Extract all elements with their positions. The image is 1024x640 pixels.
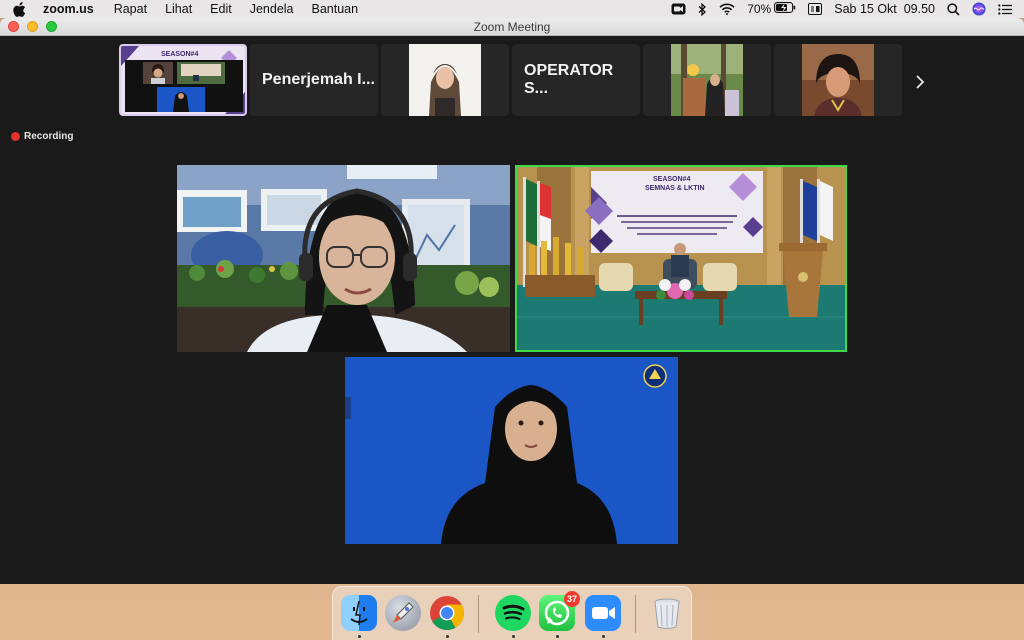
participant-photo [802,44,874,116]
wifi-icon[interactable] [719,3,735,15]
menu-rapat[interactable]: Rapat [114,2,147,16]
video-tile-interpreter[interactable] [345,357,678,544]
participant-photo [409,44,481,116]
chrome-running-indicator [446,635,449,638]
menu-lihat[interactable]: Lihat [165,2,192,16]
whatsapp-running-indicator [556,635,559,638]
clock[interactable]: Sab 15 Okt 09.50 [834,2,935,16]
siri-icon[interactable] [972,2,986,16]
participant-thumb-screen[interactable]: SEASON#4 [119,44,247,116]
battery-status[interactable]: 70% [747,2,796,16]
chrome-icon[interactable] [429,595,465,631]
whatsapp-unread-badge: 37 [564,591,580,607]
window-fullscreen-button[interactable] [46,21,57,32]
control-center-icon[interactable] [808,3,823,15]
apple-icon[interactable] [13,1,29,17]
menu-bar: zoom.us Rapat Lihat Edit Jendela Bantuan… [0,0,1024,18]
dock-separator [635,595,636,633]
participant-thumb-operator[interactable]: OPERATOR S... [512,44,640,116]
trash-icon[interactable] [649,595,685,631]
venue-banner-season: SEASON#4 [653,176,691,183]
bluetooth-icon[interactable] [698,2,707,16]
participant-thumb-outdoor[interactable] [643,44,771,116]
interpreter-video-frame [345,357,678,544]
window-minimize-button[interactable] [27,21,38,32]
recording-dot-icon [11,132,20,141]
chevron-right-icon [916,75,925,89]
recording-indicator[interactable]: Recording [11,131,73,142]
venue-banner-semnas: SEMNAS & LKTIN [645,185,705,192]
recording-label: Recording [24,131,74,142]
battery-percent: 70% [747,2,772,16]
menu-bantuan[interactable]: Bantuan [312,2,359,16]
finder-running-indicator [358,635,361,638]
menu-app-name[interactable]: zoom.us [43,2,94,16]
notification-center-icon[interactable] [998,3,1012,15]
participant-thumb-woman-hijab[interactable] [381,44,509,116]
spotify-running-indicator [512,635,515,638]
zoom-running-indicator [602,635,605,638]
launchpad-icon[interactable] [385,595,421,631]
zoom-icon[interactable] [585,595,621,631]
spotify-icon[interactable] [495,595,531,631]
window-close-button[interactable] [8,21,19,32]
spotlight-search-icon[interactable] [947,2,960,16]
video-tile-speaker[interactable] [177,165,510,352]
venue-video-frame [517,167,845,350]
macos-dock: 37 [332,586,692,640]
menu-jendela[interactable]: Jendela [250,2,294,16]
mini-banner-text: SEASON#4 [161,51,199,58]
dock-separator [478,595,479,633]
zoom-meeting-window: Zoom Meeting SEASON#4 Penerjemah I... OP… [0,18,1024,584]
finder-icon[interactable] [341,595,377,631]
window-title: Zoom Meeting [473,20,551,34]
thumbnail-next-button[interactable] [908,70,932,94]
participant-thumb-penerjemah[interactable]: Penerjemah I... [250,44,378,116]
participant-name-operator: OPERATOR S... [524,62,614,97]
status-area: 70% Sab 15 Okt 09.50 [671,0,1024,18]
speaker-video-frame [177,165,510,352]
camera-icon[interactable] [671,3,686,15]
video-tile-venue-active-speaker[interactable]: SEASON#4 SEMNAS & LKTIN [515,165,847,352]
participant-name-penerjemah: Penerjemah I... [262,71,375,88]
participant-thumb-woman-portrait[interactable] [774,44,902,116]
participant-photo [671,44,743,116]
menu-edit[interactable]: Edit [210,2,232,16]
window-titlebar[interactable]: Zoom Meeting [0,18,1024,36]
battery-charging-icon [774,2,796,16]
